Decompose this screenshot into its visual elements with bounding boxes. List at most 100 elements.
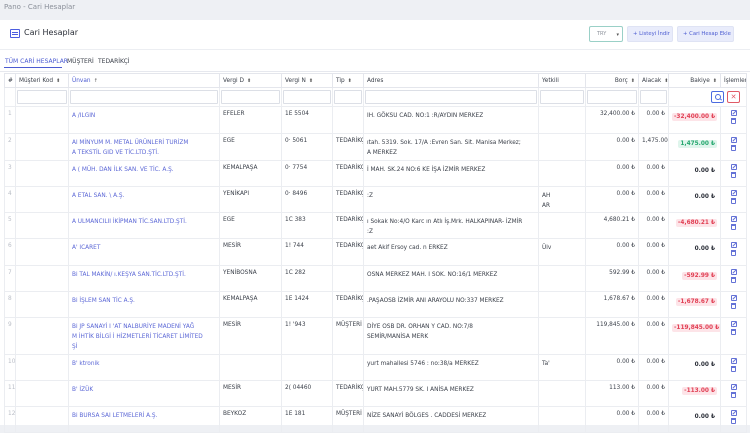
download-list-button[interactable]: + Listeyi İndir [627,26,673,42]
col-tax-office[interactable]: Vergi D ⬍ [219,73,282,88]
filter-tax-no-input[interactable] [283,90,331,104]
row-tax-office: MESİR [219,380,282,407]
row-tax-office: KEMALPAŞA [219,291,282,318]
filter-type-input[interactable] [334,90,362,104]
row-contact [538,106,586,134]
col-title[interactable]: Ünvan ↑ [68,73,220,88]
table-row[interactable]: 8 Bi İŞLEM SAN TİC A.Ş. KEMALPAŞA 1E 1424 TE… [4,291,747,318]
row-title[interactable]: Al MİNYUM M. METAL ÜRÜNLERİ TURİZM A TEKS… [68,133,220,161]
row-title[interactable]: A' ICARET [68,238,220,266]
clear-filter-button[interactable]: ✕ [727,91,740,103]
row-num: 12 [4,406,16,433]
col-balance[interactable]: Bakiye ⬍ [668,73,721,88]
filter-credit-input[interactable] [640,90,667,104]
row-balance-cell: -119,845.00 ₺ [668,317,721,355]
row-title[interactable]: B' ktronik [68,354,220,381]
table-row[interactable]: 10 B' ktronik yurt mahallesi 5746 : no:38/… [4,354,747,381]
row-type: TEDARİKÇİ [332,212,364,239]
trash-icon[interactable] [731,303,736,309]
address-line-2: :Z [367,229,373,235]
table-row[interactable]: 7 Bi TAL MAKİN/ ı.KEŞYA SAN.TİC.LTD.ŞTİ. Y… [4,265,747,292]
accounts-card: Cari Hesaplar TRY ▾ + Listeyi İndir + Ca… [0,20,750,433]
row-num: 5 [4,212,16,239]
edit-icon[interactable] [730,295,737,301]
row-type: MÜŞTERİ [332,317,364,355]
edit-icon[interactable] [730,321,737,327]
row-credit: 0.00 ₺ [638,380,669,407]
trash-icon[interactable] [731,224,736,230]
row-title[interactable]: Bi TAL MAKİN/ ı.KEŞYA SAN.TİC.LTD.ŞTİ. [68,265,220,292]
filter-address-input[interactable] [365,90,537,104]
col-debit[interactable]: Borç ⬍ [585,73,639,88]
search-button[interactable] [711,91,724,103]
tab-supplier[interactable]: TEDARİKÇİ [98,58,130,65]
table-row[interactable]: 11 B' İZÜK MESİR 2( 04460 TEDARİKÇİ YURT MAH.… [4,380,747,407]
edit-icon[interactable] [730,164,737,170]
row-credit: 0.00 ₺ [638,291,669,318]
trash-icon[interactable] [731,118,736,124]
address-line-1: ıtah. 5319. Sok. 17/A :Evren San. Sit. M… [367,140,521,146]
tab-customer[interactable]: MÜŞTERİ [67,58,94,65]
trash-icon[interactable] [731,250,736,256]
row-title[interactable]: B' İZÜK [68,380,220,407]
edit-icon[interactable] [730,216,737,222]
row-actions [720,317,747,355]
title-line: Al MİNYUM M. METAL ÜRÜNLERİ TURİZM [72,140,189,146]
edit-icon[interactable] [730,110,737,116]
table-row[interactable]: 1 A​ /ILGIN EFELER 1E 5504 IH. GÖKSU CAD. NO… [4,106,747,134]
row-balance-cell: -592.99 ₺ [668,265,721,292]
edit-icon[interactable] [730,410,737,416]
trash-icon[interactable] [731,418,736,424]
trash-icon[interactable] [731,172,736,178]
trash-icon[interactable] [731,145,736,151]
trash-icon[interactable] [731,392,736,398]
edit-icon[interactable] [730,137,737,143]
col-credit[interactable]: Alacak ⬍ [638,73,669,88]
table-row[interactable]: 2 Al MİNYUM M. METAL ÜRÜNLERİ TURİZM A TEK… [4,133,747,161]
row-balance-cell: -4,680.21 ₺ [668,212,721,239]
edit-icon[interactable] [730,269,737,275]
col-type[interactable]: Tip ⬍ [332,73,364,88]
tab-bar: TÜM CARİ HESAPLAR MÜŞTERİ TEDARİKÇİ [0,56,750,68]
trash-icon[interactable] [731,277,736,283]
table-row[interactable]: 9 Bi JP SANAYİ I 'AT NALBURİYE MADENİ YAĞ… [4,317,747,355]
row-credit: 0.00 ₺ [638,238,669,266]
add-account-button[interactable]: + Cari Hesap Ekle [677,26,734,42]
filter-title-input[interactable] [70,90,218,104]
table-row[interactable]: 5 A​ ULMANCILII İKİPMAN TİC.SAN.LTD.ŞTİ. E… [4,212,747,239]
filter-code-input[interactable] [17,90,67,104]
row-title[interactable]: A​ /ILGIN [68,106,220,134]
row-title[interactable]: A​ ( MÜH. DAN İLK SAN. VE TİC. A.Ş. [68,160,220,187]
filter-contact-input[interactable] [540,90,584,104]
row-code [15,265,69,292]
filter-row: ✕ [4,87,747,107]
row-contact [538,212,586,239]
table-row[interactable]: 4 A​ ETAL SAN. \ A.Ş. YENİKAPI 0· 8496 TEDAR… [4,186,747,213]
table-row[interactable]: 6 A' ICARET MESİR 1! 744 TEDARİKÇİ aet Akif E… [4,238,747,266]
row-balance-cell: -113.00 ₺ [668,380,721,407]
trash-icon[interactable] [731,329,736,335]
filter-tax-office-input[interactable] [221,90,280,104]
edit-icon[interactable] [730,242,737,248]
row-title[interactable]: Bi JP SANAYİ I 'AT NALBURİYE MADENİ YAĞ M… [68,317,220,355]
row-num: 9 [4,317,16,355]
col-tax-no[interactable]: Vergi N ⬍ [281,73,333,88]
sort-icon: ⬍ [347,77,352,84]
currency-select[interactable]: TRY ▾ [589,26,623,42]
edit-icon[interactable] [730,358,737,364]
row-title[interactable]: Bi İŞLEM SAN TİC A.Ş. [68,291,220,318]
row-title[interactable]: Bi BURSA SAI LETMELERİ A.Ş. [68,406,220,433]
row-tax-no: 1E 181 [281,406,333,433]
table-row[interactable]: 3 A​ ( MÜH. DAN İLK SAN. VE TİC. A.Ş. KEMA… [4,160,747,187]
edit-icon[interactable] [730,384,737,390]
trash-icon[interactable] [731,366,736,372]
row-title[interactable]: A​ ETAL SAN. \ A.Ş. [68,186,220,213]
active-tab-indicator [4,67,62,68]
edit-icon[interactable] [730,190,737,196]
col-code[interactable]: Müşteri Kod ⬍ [15,73,69,88]
filter-debit-input[interactable] [587,90,637,104]
trash-icon[interactable] [731,198,736,204]
row-title[interactable]: A​ ULMANCILII İKİPMAN TİC.SAN.LTD.ŞTİ. [68,212,220,239]
tab-all-accounts[interactable]: TÜM CARİ HESAPLAR [5,58,68,65]
table-row[interactable]: 12 Bi BURSA SAI LETMELERİ A.Ş. BEYKOZ 1E 18… [4,406,747,433]
